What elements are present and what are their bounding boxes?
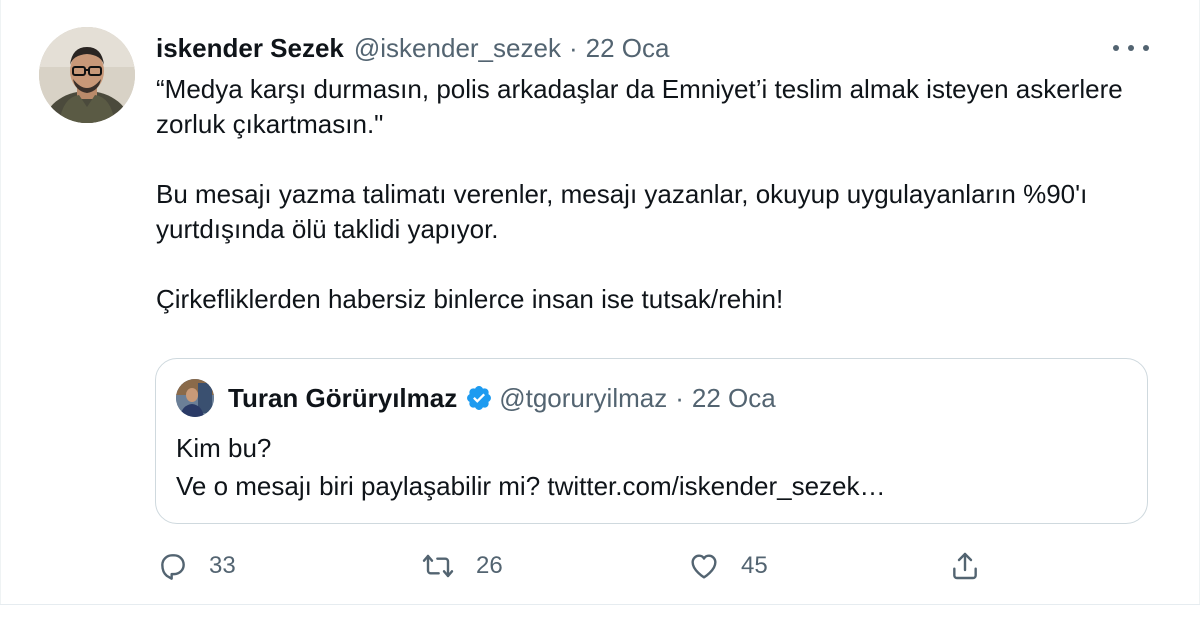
quoted-author-name[interactable]: Turan Görüryılmaz: [228, 383, 457, 414]
author-handle[interactable]: @iskender_sezek: [354, 33, 561, 64]
like-count: 45: [741, 552, 768, 579]
retweet-icon: [422, 554, 454, 578]
like-button[interactable]: 45: [687, 548, 768, 584]
retweet-button[interactable]: 26: [420, 548, 503, 584]
quoted-tweet[interactable]: Turan Görüryılmaz @tgoruryilmaz · 22 Oca…: [155, 358, 1148, 524]
author-name[interactable]: iskender Sezek: [156, 33, 344, 64]
more-options-button[interactable]: [1113, 36, 1149, 60]
reply-icon: [161, 554, 185, 580]
more-horizontal-icon: [1113, 45, 1149, 51]
tweet-text: “Medya karşı durmasın, polis arkadaşlar …: [156, 74, 1123, 314]
quoted-avatar-image: [176, 379, 214, 417]
author-avatar[interactable]: [39, 27, 135, 123]
quoted-author-avatar[interactable]: [176, 379, 214, 417]
quoted-tweet-date[interactable]: 22 Oca: [692, 383, 776, 414]
tweet-card[interactable]: iskender Sezek @iskender_sezek · 22 Oca …: [0, 0, 1200, 604]
author-avatar-image: [39, 27, 135, 123]
tweet-header: iskender Sezek @iskender_sezek · 22 Oca: [156, 30, 669, 66]
quoted-header-separator: ·: [675, 382, 684, 413]
reply-button[interactable]: 33: [157, 548, 236, 584]
share-icon: [953, 552, 977, 580]
tweet-divider: [0, 604, 1200, 605]
quoted-author-handle[interactable]: @tgoruryilmaz: [499, 383, 667, 414]
quoted-tweet-text: Kim bu? Ve o mesajı biri paylaşabilir mi…: [176, 433, 886, 501]
reply-count: 33: [209, 552, 236, 579]
tweet-date[interactable]: 22 Oca: [586, 33, 670, 64]
verified-badge-icon: [467, 386, 492, 410]
heart-icon: [691, 554, 717, 579]
header-separator: ·: [568, 32, 578, 63]
quoted-tweet-header: Turan Görüryılmaz @tgoruryilmaz · 22 Oca: [228, 380, 776, 416]
retweet-count: 26: [476, 552, 503, 579]
share-button[interactable]: [949, 548, 981, 584]
